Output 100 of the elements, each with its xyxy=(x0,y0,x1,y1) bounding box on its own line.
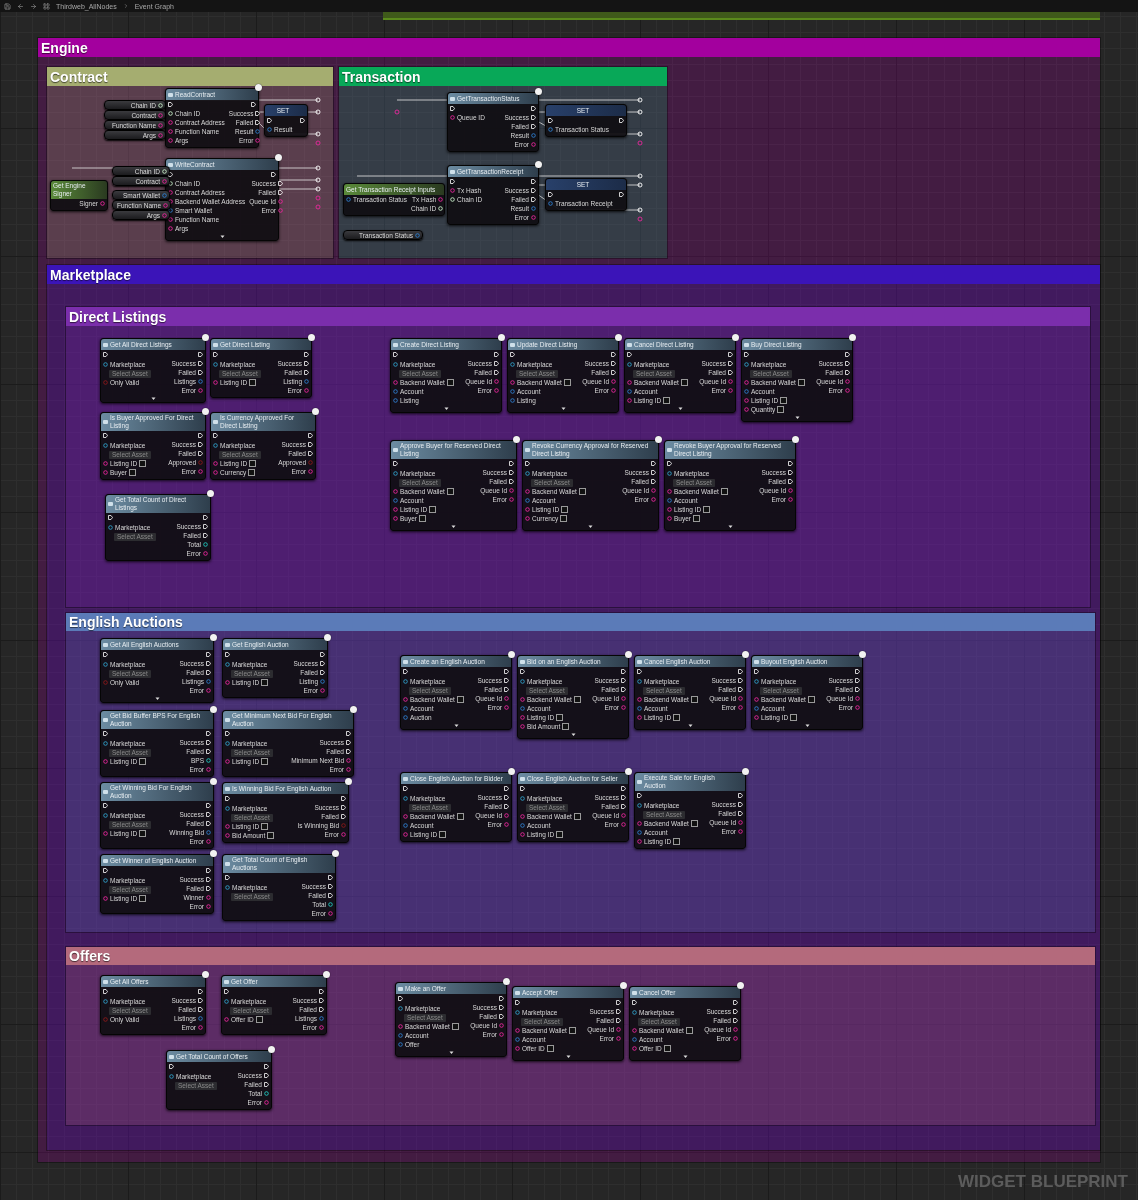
exec-pin-icon[interactable] xyxy=(304,361,309,366)
pin-icon[interactable] xyxy=(169,1073,174,1079)
exec-pin-icon[interactable] xyxy=(651,461,656,466)
exec-pin-icon[interactable] xyxy=(738,678,743,683)
exec-pin-icon[interactable] xyxy=(509,479,514,484)
exec-pin-icon[interactable] xyxy=(450,106,455,111)
exec-pin-icon[interactable] xyxy=(168,172,173,177)
exec-pin-icon[interactable] xyxy=(198,451,203,456)
exec-pin-icon[interactable] xyxy=(667,461,672,466)
exec-pin-icon[interactable] xyxy=(319,989,324,994)
exec-pin-icon[interactable] xyxy=(504,795,509,800)
value-field[interactable] xyxy=(807,696,815,703)
chevron-down-icon[interactable] xyxy=(443,407,449,411)
exec-pin-icon[interactable] xyxy=(548,192,553,197)
exec-pin-icon[interactable] xyxy=(525,461,530,466)
exec-pin-icon[interactable] xyxy=(304,370,309,375)
exec-pin-icon[interactable] xyxy=(346,749,351,754)
exec-pin-icon[interactable] xyxy=(103,803,108,808)
chevron-down-icon[interactable] xyxy=(219,235,225,239)
pin-icon[interactable] xyxy=(393,361,398,367)
value-field[interactable] xyxy=(777,406,785,413)
exec-pin-icon[interactable] xyxy=(398,996,403,1001)
exec-pin-icon[interactable] xyxy=(621,786,626,791)
exec-pin-icon[interactable] xyxy=(206,661,211,666)
chevron-down-icon[interactable] xyxy=(453,724,459,728)
chevron-down-icon[interactable] xyxy=(794,416,800,420)
exec-pin-icon[interactable] xyxy=(621,804,626,809)
value-field[interactable] xyxy=(429,506,437,513)
pin-icon[interactable] xyxy=(103,740,108,746)
exec-pin-icon[interactable] xyxy=(308,442,313,447)
exec-pin-icon[interactable] xyxy=(225,796,230,801)
exec-pin-icon[interactable] xyxy=(225,652,230,657)
exec-pin-icon[interactable] xyxy=(520,786,525,791)
chevron-down-icon[interactable] xyxy=(804,724,810,728)
exec-pin-icon[interactable] xyxy=(168,102,173,107)
exec-pin-icon[interactable] xyxy=(619,118,624,123)
value-field[interactable] xyxy=(561,506,569,513)
exec-pin-icon[interactable] xyxy=(499,1005,504,1010)
exec-pin-icon[interactable] xyxy=(651,470,656,475)
exec-pin-icon[interactable] xyxy=(346,740,351,745)
exec-pin-icon[interactable] xyxy=(328,893,333,898)
value-field[interactable] xyxy=(560,515,568,522)
pin-icon[interactable] xyxy=(203,542,208,547)
chevron-down-icon[interactable] xyxy=(150,397,156,401)
exec-pin-icon[interactable] xyxy=(341,814,346,819)
chevron-down-icon[interactable] xyxy=(448,1051,454,1055)
pin-icon[interactable] xyxy=(754,678,759,684)
exec-pin-icon[interactable] xyxy=(264,1082,269,1087)
exec-pin-icon[interactable] xyxy=(328,875,333,880)
value-field[interactable] xyxy=(562,723,570,730)
pin-icon[interactable] xyxy=(213,442,218,448)
exec-pin-icon[interactable] xyxy=(103,433,108,438)
chevron-down-icon[interactable] xyxy=(588,525,593,529)
value-field[interactable] xyxy=(790,714,798,721)
exec-pin-icon[interactable] xyxy=(213,352,218,357)
exec-pin-icon[interactable] xyxy=(198,1007,203,1012)
exec-pin-icon[interactable] xyxy=(616,1018,621,1023)
exec-pin-icon[interactable] xyxy=(203,524,208,529)
pin-icon[interactable] xyxy=(637,802,642,808)
back-icon[interactable] xyxy=(17,2,24,10)
exec-pin-icon[interactable] xyxy=(255,120,261,125)
exec-pin-icon[interactable] xyxy=(103,352,108,357)
value-field[interactable] xyxy=(663,397,671,404)
value-field[interactable] xyxy=(451,1023,459,1030)
exec-pin-icon[interactable] xyxy=(277,190,283,195)
value-field[interactable] xyxy=(573,696,581,703)
exec-pin-icon[interactable] xyxy=(504,669,509,674)
value-field[interactable] xyxy=(690,820,698,827)
value-field[interactable] xyxy=(720,488,728,495)
exec-pin-icon[interactable] xyxy=(251,102,256,107)
exec-pin-icon[interactable] xyxy=(198,989,203,994)
exec-pin-icon[interactable] xyxy=(531,179,536,184)
exec-pin-icon[interactable] xyxy=(225,731,230,736)
value-field[interactable] xyxy=(663,1045,671,1052)
value-field[interactable] xyxy=(419,515,426,522)
value-field[interactable] xyxy=(685,1027,693,1034)
exec-pin-icon[interactable] xyxy=(494,370,499,375)
value-field[interactable] xyxy=(439,831,447,838)
value-field[interactable] xyxy=(456,813,464,820)
exec-pin-icon[interactable] xyxy=(855,669,860,674)
value-field[interactable] xyxy=(248,469,256,476)
exec-pin-icon[interactable] xyxy=(206,740,211,745)
exec-pin-icon[interactable] xyxy=(637,793,642,798)
value-field[interactable] xyxy=(690,696,698,703)
exec-pin-icon[interactable] xyxy=(103,868,108,873)
value-field[interactable] xyxy=(129,469,136,476)
exec-pin-icon[interactable] xyxy=(504,678,509,683)
value-field[interactable] xyxy=(703,506,711,513)
pin-icon[interactable] xyxy=(225,740,230,746)
pin-icon[interactable] xyxy=(398,1005,403,1011)
value-field[interactable] xyxy=(556,831,564,838)
pin-icon[interactable] xyxy=(328,902,333,907)
exec-pin-icon[interactable] xyxy=(346,731,351,736)
exec-pin-icon[interactable] xyxy=(738,793,743,798)
comment-title[interactable]: Offers xyxy=(66,947,1095,965)
pin-icon[interactable] xyxy=(403,795,408,801)
comment-title[interactable]: Engine xyxy=(38,38,1100,57)
pin-icon[interactable] xyxy=(103,812,108,818)
exec-pin-icon[interactable] xyxy=(611,361,616,366)
value-field[interactable] xyxy=(673,714,681,721)
